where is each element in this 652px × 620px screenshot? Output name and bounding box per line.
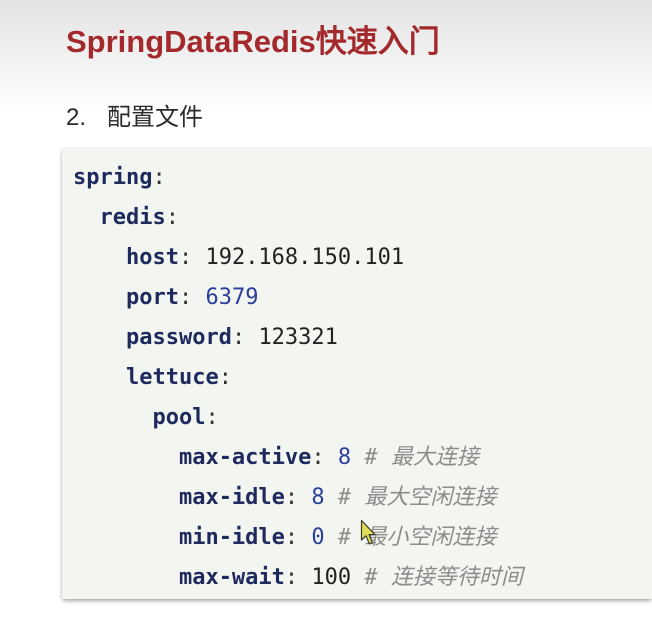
section-number: 2. xyxy=(66,104,87,131)
yaml-key: lettuce xyxy=(125,365,219,390)
yaml-colon: : xyxy=(178,285,193,310)
yaml-colon: : xyxy=(218,365,232,390)
code-line-pool: pool: xyxy=(73,398,652,438)
yaml-comment: # 最大连接 xyxy=(364,445,479,470)
yaml-key: redis xyxy=(99,205,166,230)
yaml-value: 123321 xyxy=(258,325,338,350)
yaml-key: host xyxy=(125,245,179,270)
yaml-colon: : xyxy=(311,445,325,470)
yaml-value: 0 xyxy=(311,525,325,550)
yaml-value: 6379 xyxy=(205,285,259,310)
slide-title: SpringDataRedis快速入门 xyxy=(66,24,440,59)
yaml-key: max-idle xyxy=(178,485,285,510)
yaml-value: 192.168.150.101 xyxy=(205,245,405,270)
yaml-value: 100 xyxy=(311,565,352,590)
section-heading: 2. 配置文件 xyxy=(66,103,203,133)
yaml-value: 8 xyxy=(311,485,325,510)
yaml-value: 8 xyxy=(337,445,352,470)
yaml-colon: : xyxy=(284,565,299,590)
code-line-host: host: 192.168.150.101 xyxy=(73,238,652,278)
yaml-colon: : xyxy=(284,525,299,550)
yaml-colon: : xyxy=(231,325,246,350)
code-line-password: password: 123321 xyxy=(73,318,652,358)
yaml-colon: : xyxy=(284,485,299,510)
yaml-colon: : xyxy=(178,245,193,270)
code-line-spring: spring: xyxy=(73,158,652,198)
yaml-key: port xyxy=(125,285,179,310)
yaml-comment: # 最大空闲连接 xyxy=(337,485,497,510)
yaml-key: pool xyxy=(152,405,206,430)
code-line-redis: redis: xyxy=(73,198,652,238)
yaml-colon: : xyxy=(165,205,179,230)
yaml-colon: : xyxy=(152,165,166,190)
code-line-max-active: max-active: 8 # 最大连接 xyxy=(73,438,652,478)
yaml-key: spring xyxy=(73,165,153,190)
code-line-lettuce: lettuce: xyxy=(73,358,652,398)
code-line-port: port: 6379 xyxy=(73,278,652,318)
yaml-code-block: spring: redis: host: 192.168.150.101 por… xyxy=(62,148,652,599)
mouse-pointer-icon xyxy=(360,519,376,545)
yaml-key: min-idle xyxy=(178,525,285,550)
yaml-key: max-wait xyxy=(178,565,285,590)
yaml-colon: : xyxy=(205,405,219,430)
yaml-key: max-active xyxy=(178,445,312,470)
yaml-comment: # 连接等待时间 xyxy=(364,565,523,590)
code-line-max-idle: max-idle: 8 # 最大空闲连接 xyxy=(73,478,652,518)
code-line-max-wait: max-wait: 100 # 连接等待时间 xyxy=(73,558,652,598)
section-title: 配置文件 xyxy=(107,104,203,131)
yaml-key: password xyxy=(125,325,232,350)
